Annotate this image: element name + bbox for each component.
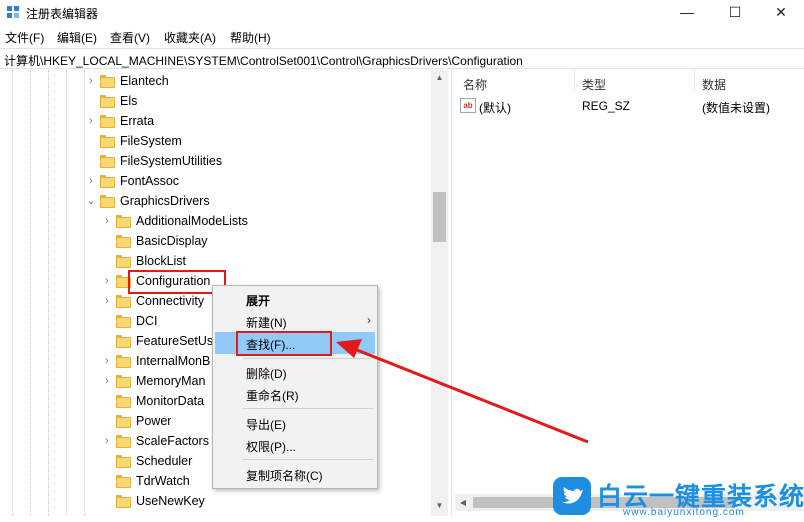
watermark-logo: 白云一键重装系统 www.baiyunxitong.com <box>553 477 804 519</box>
twitter-bird-icon <box>553 477 591 515</box>
watermark-url: www.baiyunxitong.com <box>623 507 745 518</box>
annotation-arrow <box>336 339 589 444</box>
